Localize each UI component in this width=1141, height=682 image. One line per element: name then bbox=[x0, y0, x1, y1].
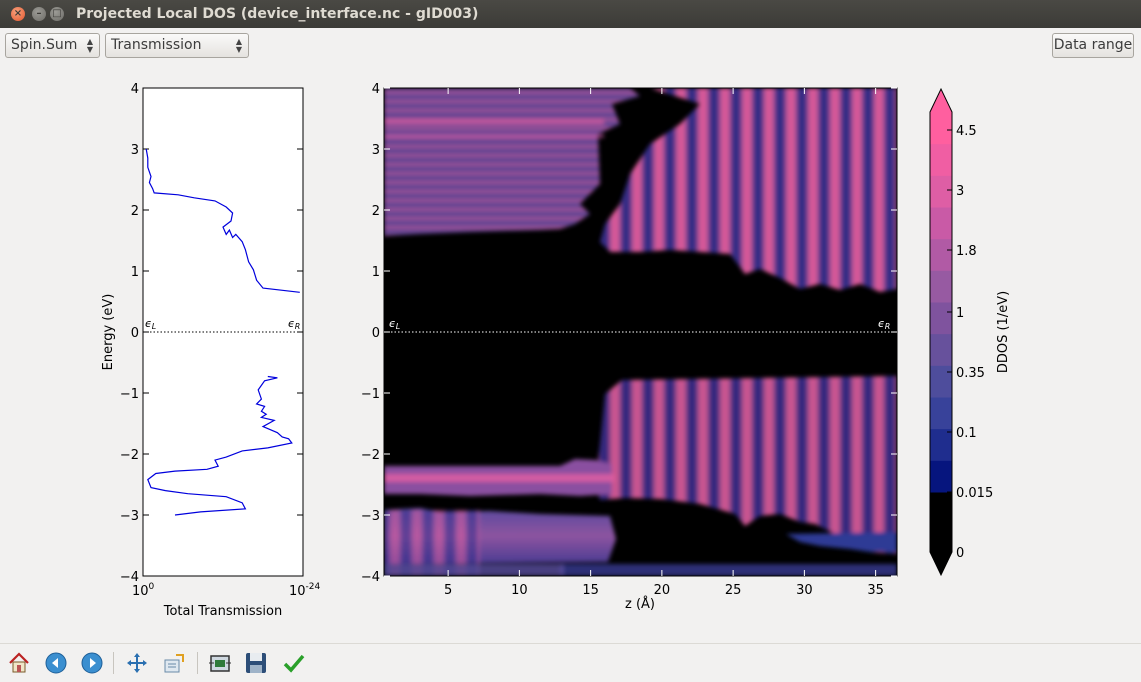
colorbar-tick-label: 1 bbox=[956, 306, 964, 321]
spin-select[interactable]: Spin.Sum ▲ ▼ bbox=[5, 33, 100, 58]
colorbar-tick-label: 4.5 bbox=[956, 124, 977, 139]
select-arrows-icon: ▲ ▼ bbox=[235, 36, 242, 54]
y-tick-label: 4 bbox=[131, 82, 139, 97]
quantity-select[interactable]: Transmission ▲ ▼ bbox=[105, 33, 249, 58]
colorbar-band bbox=[930, 302, 952, 335]
y-tick-label: −3 bbox=[361, 509, 380, 524]
window-title: Projected Local DOS (device_interface.nc… bbox=[76, 6, 479, 22]
figure-canvas: 43210−1−2−3−4 ϵL ϵR 100 10-24 Total Tran… bbox=[101, 82, 1011, 619]
colorbar-band bbox=[930, 333, 952, 366]
maximize-icon: □ bbox=[52, 8, 62, 19]
colorbar-tick-label: 1.8 bbox=[956, 244, 977, 259]
transmission-plot-frame bbox=[142, 87, 304, 577]
subplots-icon bbox=[209, 655, 231, 672]
close-window-button[interactable]: × bbox=[11, 7, 25, 21]
colorbar-tick-label: 0.35 bbox=[956, 366, 985, 381]
forward-button[interactable] bbox=[79, 650, 105, 676]
y-tick-label: 0 bbox=[131, 326, 139, 341]
apply-button[interactable] bbox=[281, 650, 307, 676]
y-tick-label: 4 bbox=[372, 82, 380, 97]
minimize-icon: – bbox=[36, 8, 42, 19]
navigation-toolbar bbox=[0, 643, 1141, 682]
x-tick-label: 15 bbox=[582, 583, 599, 598]
select-arrows-icon: ▲ ▼ bbox=[86, 36, 93, 54]
quantity-select-value: Transmission bbox=[111, 37, 202, 53]
colorbar-band bbox=[930, 397, 952, 430]
x-tick-label: 10 bbox=[511, 583, 528, 598]
y-tick-label: 1 bbox=[131, 265, 139, 280]
data-range-button[interactable]: Data range bbox=[1052, 33, 1134, 58]
colorbar-band bbox=[930, 238, 952, 271]
y-tick-label: −1 bbox=[361, 387, 380, 402]
maximize-window-button[interactable]: □ bbox=[50, 7, 64, 21]
colorbar-band bbox=[930, 270, 952, 303]
heatmap-x-label: z (Å) bbox=[625, 596, 655, 612]
y-tick-label: −2 bbox=[361, 448, 380, 463]
zoom-button[interactable] bbox=[161, 650, 187, 676]
y-tick-label: 0 bbox=[372, 326, 380, 341]
colorbar-band bbox=[930, 175, 952, 208]
x-tick-label: 20 bbox=[654, 583, 671, 598]
transmission-x-tick-left: 100 bbox=[132, 582, 155, 599]
ldos-heatmap: ϵL ϵR 43210−1−2−3−4 5 10 15 20 25 30 35 z (Å) bbox=[361, 82, 898, 612]
apply-icon bbox=[283, 654, 305, 673]
y-tick-label: −1 bbox=[120, 387, 139, 402]
y-tick-label: 2 bbox=[131, 204, 139, 219]
pan-icon bbox=[127, 653, 147, 673]
colorbar-ticks: 0 0.015 0.1 0.35 1 1.8 3 4.5 bbox=[947, 124, 993, 561]
colorbar-tick-label: 0.015 bbox=[956, 486, 993, 501]
y-tick-label: −2 bbox=[120, 448, 139, 463]
y-tick-label: −4 bbox=[361, 570, 380, 585]
y-tick-label: −4 bbox=[120, 570, 139, 585]
colorbar-band bbox=[930, 492, 952, 575]
colorbar: 0 0.015 0.1 0.35 1 1.8 3 4.5 DDOS (1/eV) bbox=[929, 87, 1011, 577]
home-icon bbox=[9, 652, 29, 673]
colorbar-band bbox=[930, 365, 952, 398]
colorbar-band bbox=[930, 207, 952, 240]
back-icon bbox=[45, 652, 67, 674]
x-tick-label: 25 bbox=[725, 583, 742, 598]
pan-button[interactable] bbox=[124, 650, 150, 676]
save-button[interactable] bbox=[243, 650, 269, 676]
y-tick-label: −3 bbox=[120, 509, 139, 524]
home-button[interactable] bbox=[6, 650, 32, 676]
colorbar-tick-label: 3 bbox=[956, 184, 964, 199]
save-icon bbox=[246, 653, 266, 673]
colorbar-label: DDOS (1/eV) bbox=[996, 291, 1011, 373]
colorbar-band bbox=[930, 428, 952, 461]
y-tick-label: 2 bbox=[372, 204, 380, 219]
title-bar: × – □ Projected Local DOS (device_interf… bbox=[0, 0, 1141, 28]
colorbar-band bbox=[930, 143, 952, 176]
x-tick-label: 5 bbox=[444, 583, 452, 598]
transmission-x-label: Total Transmission bbox=[163, 604, 282, 619]
subplots-button[interactable] bbox=[207, 650, 233, 676]
close-icon: × bbox=[13, 8, 23, 19]
transmission-x-tick-right: 10-24 bbox=[289, 582, 321, 599]
x-tick-label: 30 bbox=[796, 583, 813, 598]
energy-y-label: Energy (eV) bbox=[101, 294, 116, 371]
top-toolbar: Spin.Sum ▲ ▼ Transmission ▲ ▼ Data range bbox=[0, 28, 1141, 64]
colorbar-bands bbox=[930, 89, 952, 575]
transmission-plot: 43210−1−2−3−4 ϵL ϵR 100 10-24 Total Tran… bbox=[101, 82, 321, 619]
back-button[interactable] bbox=[43, 650, 69, 676]
x-tick-label: 35 bbox=[867, 583, 884, 598]
colorbar-band bbox=[930, 89, 952, 112]
spin-select-value: Spin.Sum bbox=[11, 37, 78, 53]
minimize-window-button[interactable]: – bbox=[32, 7, 46, 21]
forward-icon bbox=[81, 652, 103, 674]
colorbar-tick-label: 0 bbox=[956, 546, 964, 561]
colorbar-band bbox=[930, 112, 952, 145]
colorbar-tick-label: 0.1 bbox=[956, 426, 977, 441]
y-tick-label: 3 bbox=[372, 143, 380, 158]
colorbar-band bbox=[930, 460, 952, 493]
y-tick-label: 3 bbox=[131, 143, 139, 158]
y-tick-label: 1 bbox=[372, 265, 380, 280]
zoom-icon bbox=[164, 654, 184, 673]
